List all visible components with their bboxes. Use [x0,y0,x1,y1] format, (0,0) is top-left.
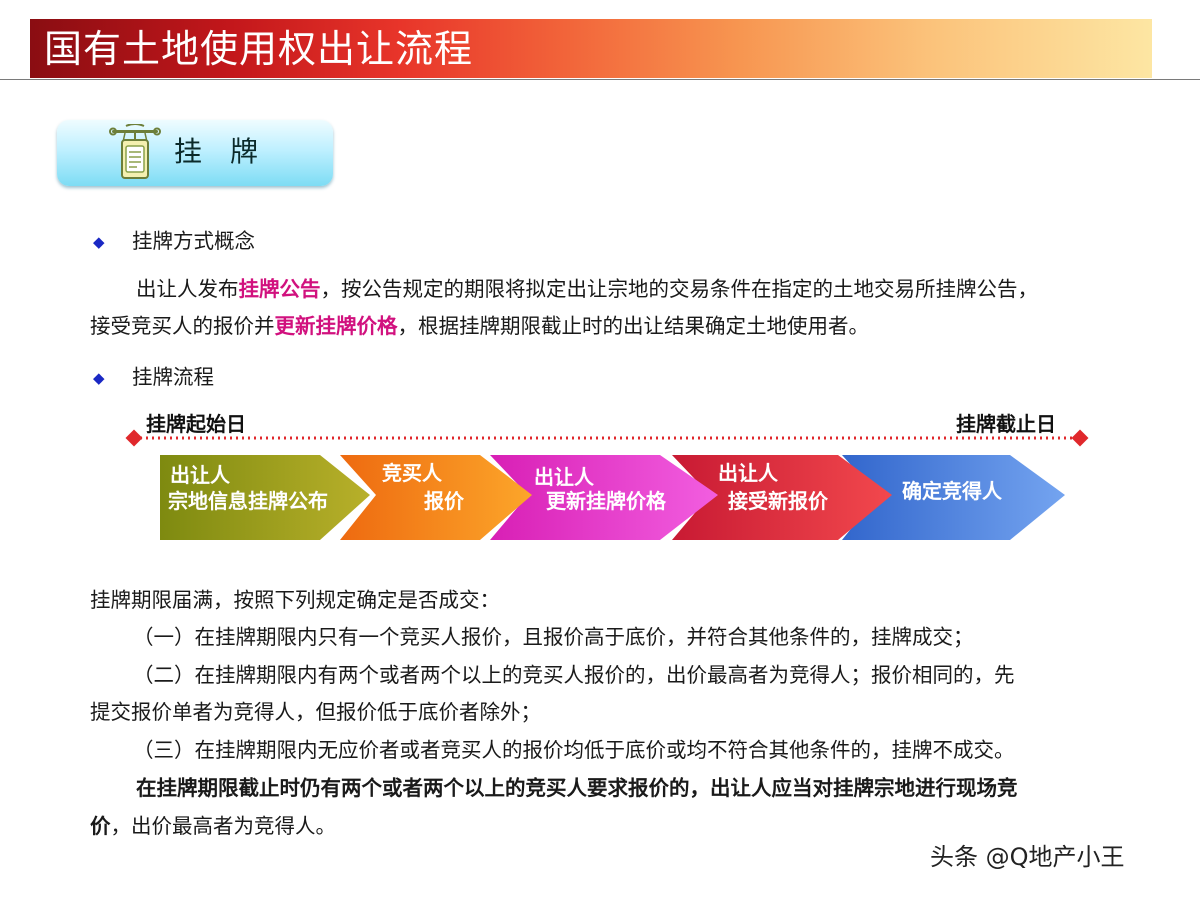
signboard-icon [109,124,161,179]
step-5-line-1: 确定竞得人 [902,479,1003,503]
concept-line-2: 接受竞买人的报价并更新挂牌价格，根据挂牌期限截止时的出让结果确定土地使用者。 [90,311,869,341]
concept-heading: 挂牌方式概念 [132,229,255,253]
step-4-line-2: 接受新报价 [728,489,829,513]
step-2-line-2: 报价 [424,489,465,513]
concept-line-1-text: 出让人发布 [136,277,239,301]
highlight-listing-notice: 挂牌公告 [238,277,321,301]
bullet-diamond-icon: ◆ [93,233,105,251]
listing-process-flow: 出让人 宗地信息挂牌公布 竞买人 报价 出让人 更新挂牌价格 出让人 接受新报价… [125,429,1089,540]
watermark: 头条 @Q地产小王 [930,843,1125,871]
highlight-update-price: 更新挂牌价格 [274,314,398,338]
step-1-line-2: 宗地信息挂牌公布 [168,489,328,513]
process-heading: 挂牌流程 [132,365,214,389]
concept-line-2-rest: ，根据挂牌期限截止时的出让结果确定土地使用者。 [397,314,870,338]
rules-intro: 挂牌期限届满，按照下列规定确定是否成交： [90,588,500,612]
concept-line-2-text: 接受竞买人的报价并 [90,314,275,338]
page-title: 国有土地使用权出让流程 [44,27,474,71]
bullet-diamond-icon: ◆ [93,369,105,387]
step-3-line-1: 出让人 [534,465,595,489]
timeline-start-marker [125,429,143,447]
rule-2-line-1: （二）在挂牌期限内有两个或者两个以上的竞买人报价的，出价最高者为竞得人；报价相同… [133,663,1015,687]
rule-2-line-2: 提交报价单者为竞得人，但报价低于底价者除外； [90,700,541,724]
final-rule-line-2: 价，出价最高者为竞得人。 [90,811,336,841]
final-rule-bold-end: 价 [90,814,111,838]
rule-3: （三）在挂牌期限内无应价者或者竞买人的报价均低于底价或均不符合其他条件的，挂牌不… [133,738,1015,762]
step-3-line-2: 更新挂牌价格 [546,489,667,513]
step-2-line-1: 竞买人 [382,461,443,485]
section-label: 挂 牌 [174,135,259,168]
step-4-line-1: 出让人 [718,461,779,485]
title-divider [0,79,1200,80]
final-rule-line-1: 在挂牌期限截止时仍有两个或者两个以上的竞买人要求报价的，出让人应当对挂牌宗地进行… [136,776,1018,800]
final-rule-rest: ，出价最高者为竞得人。 [110,814,337,838]
timeline-end-marker [1071,429,1089,447]
concept-line-1: 出让人发布挂牌公告，按公告规定的期限将拟定出让宗地的交易条件在指定的土地交易所挂… [136,274,1038,304]
concept-line-1-rest: ，按公告规定的期限将拟定出让宗地的交易条件在指定的土地交易所挂牌公告， [320,277,1039,301]
step-1-line-1: 出让人 [170,463,231,487]
rule-1: （一）在挂牌期限内只有一个竞买人报价，且报价高于底价，并符合其他条件的，挂牌成交… [133,625,974,649]
